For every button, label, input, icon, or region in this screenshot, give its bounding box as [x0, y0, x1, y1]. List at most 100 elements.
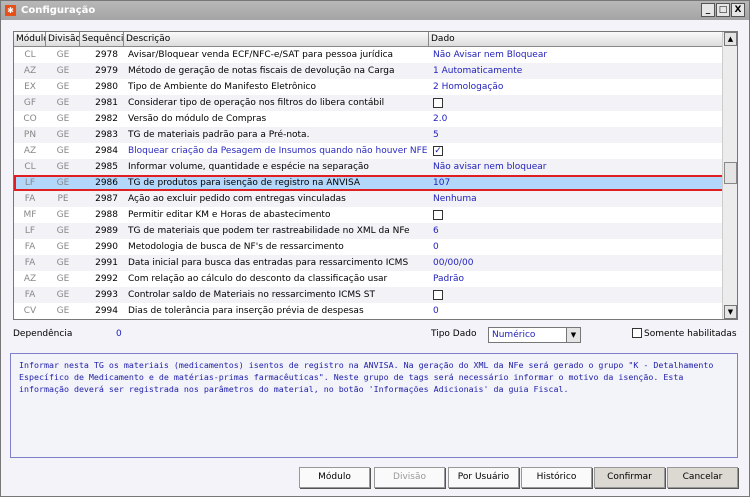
window-title: Configuração	[21, 5, 96, 16]
cell-modulo: LF	[24, 226, 36, 236]
cell-dado[interactable]: Padrão	[429, 271, 724, 287]
cell-dado[interactable]	[429, 207, 724, 223]
cell-divisao: GE	[56, 242, 70, 252]
minimize-button[interactable]: _	[701, 3, 715, 17]
table-row[interactable]: AZ GE 2992 Com relação ao cálculo do descon…	[14, 271, 737, 287]
cell-seq: 2985	[95, 162, 118, 172]
cell-dado[interactable]: 2.0	[429, 111, 724, 127]
cell-dado[interactable]: Não Avisar nem Bloquear	[429, 47, 724, 63]
col-header-dado[interactable]: Dado	[429, 32, 724, 46]
scroll-thumb[interactable]	[724, 162, 737, 184]
cell-descricao: Controlar saldo de Materiais no ressarci…	[128, 290, 375, 300]
table-row[interactable]: CV GE 2994 Dias de tolerância para inserção…	[14, 303, 737, 319]
table-row[interactable]: MF GE 2988 Permitir editar KM e Horas de ab…	[14, 207, 737, 223]
por-usuario-button[interactable]: Por Usuário	[448, 467, 519, 488]
cell-seq: 2990	[95, 242, 118, 252]
col-header-divisao[interactable]: Divisão	[46, 32, 80, 46]
cell-dado[interactable]: Não avisar nem bloquear	[429, 159, 724, 175]
maximize-button[interactable]: □	[716, 3, 730, 17]
table-row[interactable]: CO GE 2982 Versão do módulo de Compras 2.0	[14, 111, 737, 127]
unchecked-checkbox[interactable]	[433, 97, 443, 108]
cell-dado[interactable]: 6	[429, 223, 724, 239]
cell-divisao: GE	[56, 114, 70, 124]
divisao-button[interactable]: Divisão	[374, 467, 445, 488]
cell-divisao: GE	[56, 98, 70, 108]
cell-divisao: GE	[56, 258, 70, 268]
cell-divisao: GE	[56, 82, 70, 92]
historico-button[interactable]: Histórico	[521, 467, 592, 488]
cell-modulo: AZ	[23, 66, 37, 76]
cell-seq: 2980	[95, 82, 118, 92]
cell-dado[interactable]: 107	[429, 175, 724, 191]
table-row[interactable]: FA PE 2987 Ação ao excluir pedido com entre…	[14, 191, 737, 207]
cell-modulo: FA	[24, 194, 36, 204]
cell-descricao: Considerar tipo de operação nos filtros …	[128, 98, 385, 108]
cell-dado[interactable]: 0	[429, 303, 724, 319]
vertical-scrollbar[interactable]: ▲ ▼	[722, 32, 737, 319]
confirmar-button[interactable]: Confirmar	[594, 467, 665, 488]
col-header-sequencia[interactable]: Sequência	[80, 32, 124, 46]
table-row[interactable]: FA GE 2993 Controlar saldo de Materiais no …	[14, 287, 737, 303]
table-row[interactable]: AZ GE 2979 Método de geração de notas fisca…	[14, 63, 737, 79]
scroll-up-arrow-icon[interactable]: ▲	[724, 32, 737, 46]
table-row[interactable]: CL GE 2985 Informar volume, quantidade e es…	[14, 159, 737, 175]
cell-modulo: EX	[24, 82, 36, 92]
title-bar: ✱ Configuração _ □ X	[1, 1, 749, 20]
dependencia-label: Dependência	[13, 329, 73, 339]
unchecked-checkbox[interactable]	[433, 289, 443, 300]
cell-modulo: LF	[24, 178, 36, 188]
col-header-descricao[interactable]: Descrição	[124, 32, 429, 46]
cell-descricao: Tipo de Ambiente do Manifesto Eletrônico	[128, 82, 316, 92]
cell-descricao: TG de materiais padrão para a Pré-nota.	[128, 130, 310, 140]
cell-divisao: GE	[56, 146, 70, 156]
cell-seq: 2994	[95, 306, 118, 316]
modulo-button[interactable]: Módulo	[299, 467, 370, 488]
table-row[interactable]: GF GE 2981 Considerar tipo de operação nos …	[14, 95, 737, 111]
cell-descricao: Data inicial para busca das entradas par…	[128, 258, 409, 268]
checked-checkbox[interactable]: ✓	[433, 145, 443, 156]
table-row[interactable]: FA GE 2990 Metodologia de busca de NF's de …	[14, 239, 737, 255]
table-row[interactable]: LF GE 2989 TG de materiais que podem ter ra…	[14, 223, 737, 239]
chevron-down-icon[interactable]: ▼	[566, 328, 580, 342]
configuracao-window: ✱ Configuração _ □ X Módulo Divisão Sequ…	[0, 0, 750, 497]
cell-dado[interactable]: 5	[429, 127, 724, 143]
tipo-dado-select[interactable]: Numérico ▼	[488, 327, 581, 343]
cell-seq: 2978	[95, 50, 118, 60]
cell-descricao: Permitir editar KM e Horas de abastecime…	[128, 210, 331, 220]
cell-seq: 2987	[95, 194, 118, 204]
somente-habilitadas-label: Somente habilitadas	[644, 329, 737, 339]
cell-descricao: Avisar/Bloquear venda ECF/NFC-e/SAT para…	[128, 50, 394, 60]
col-header-modulo[interactable]: Módulo	[14, 32, 46, 46]
close-button[interactable]: X	[731, 3, 745, 17]
cancelar-button[interactable]: Cancelar	[667, 467, 738, 488]
cell-dado[interactable]: 2 Homologação	[429, 79, 724, 95]
cell-seq: 2983	[95, 130, 118, 140]
table-row[interactable]: EX GE 2980 Tipo de Ambiente do Manifesto El…	[14, 79, 737, 95]
cell-descricao: Dias de tolerância para inserção prévia …	[128, 306, 364, 316]
table-row[interactable]: LF GE 2986 TG de produtos para isenção de r…	[14, 175, 737, 191]
cell-modulo: CV	[23, 306, 37, 316]
cell-dado[interactable]: 1 Automaticamente	[429, 63, 724, 79]
cell-modulo: FA	[24, 242, 36, 252]
cell-divisao: GE	[56, 66, 70, 76]
cell-dado[interactable]: Nenhuma	[429, 191, 724, 207]
cell-modulo: CL	[24, 162, 36, 172]
table-row[interactable]: AZ GE 2984 Bloquear criação da Pesagem de I…	[14, 143, 737, 159]
scroll-down-arrow-icon[interactable]: ▼	[724, 305, 737, 319]
table-row[interactable]: CL GE 2978 Avisar/Bloquear venda ECF/NFC-e/…	[14, 47, 737, 63]
cell-dado[interactable]	[429, 95, 724, 111]
table-row[interactable]: FA GE 2991 Data inicial para busca das entr…	[14, 255, 737, 271]
unchecked-checkbox[interactable]	[433, 209, 443, 220]
cell-dado[interactable]: ✓	[429, 143, 724, 159]
cell-dado[interactable]: 00/00/00	[429, 255, 724, 271]
somente-habilitadas-checkbox[interactable]	[632, 328, 642, 338]
cell-dado[interactable]: 0	[429, 239, 724, 255]
cell-descricao: Com relação ao cálculo do desconto da cl…	[128, 274, 388, 284]
cell-dado[interactable]	[429, 287, 724, 303]
cell-divisao: GE	[56, 178, 70, 188]
cell-descricao: TG de produtos para isenção de registro …	[128, 178, 361, 188]
cell-modulo: FA	[24, 290, 36, 300]
cell-modulo: CO	[23, 114, 37, 124]
table-row[interactable]: PN GE 2983 TG de materiais padrão para a Pr…	[14, 127, 737, 143]
cell-descricao: Versão do módulo de Compras	[128, 114, 267, 124]
